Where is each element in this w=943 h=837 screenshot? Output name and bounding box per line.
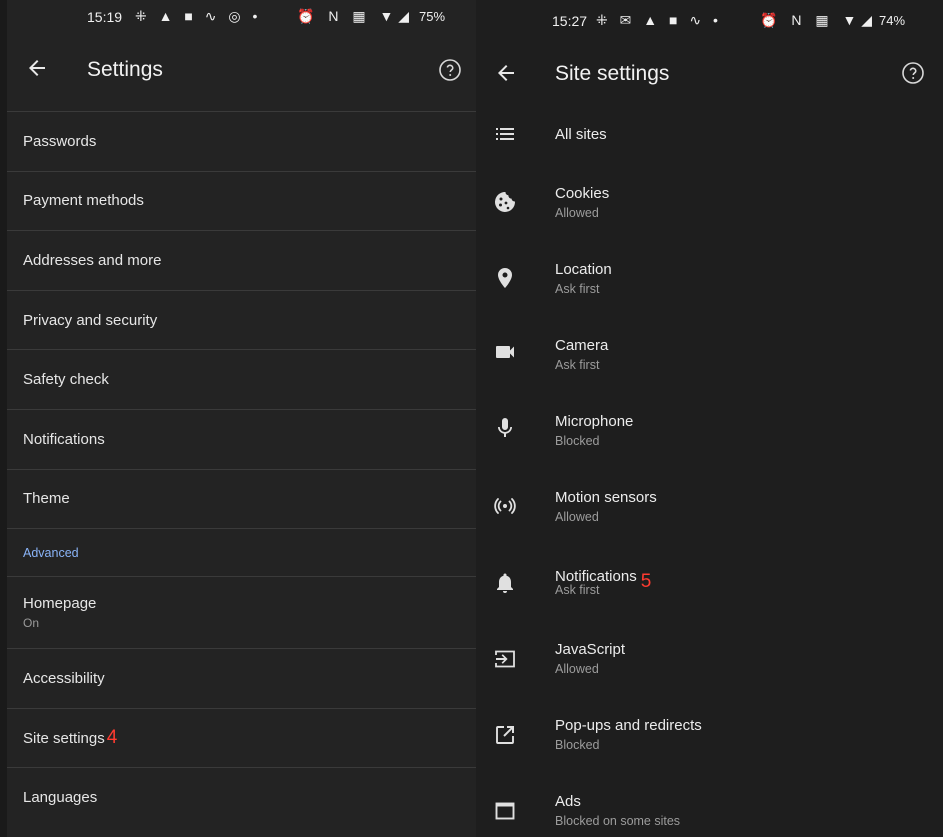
site-setting-status: Ask first <box>555 358 600 372</box>
site-setting-ads[interactable]: Ads Blocked on some sites <box>476 778 943 837</box>
help-icon[interactable] <box>901 61 925 85</box>
help-icon[interactable] <box>438 58 462 82</box>
site-setting-microphone[interactable]: Microphone Blocked <box>476 398 943 474</box>
site-setting-label: Microphone <box>555 413 634 430</box>
ads-window-icon <box>493 799 517 823</box>
bell-icon <box>493 571 517 595</box>
status-battery: 74% <box>879 13 906 28</box>
status-system-icons: ⏰ N ▦ ▼◢ <box>297 8 415 24</box>
section-header-advanced: Advanced <box>7 528 476 576</box>
settings-item-sublabel: On <box>23 616 40 631</box>
settings-item-label: Safety check <box>23 371 109 389</box>
settings-item-label: Site settings 4 <box>23 727 476 749</box>
site-setting-javascript[interactable]: JavaScript Allowed <box>476 626 943 702</box>
site-setting-status: Allowed <box>555 206 599 220</box>
site-setting-status: Blocked <box>555 738 600 752</box>
settings-item-payment-methods[interactable]: Payment methods <box>7 170 476 231</box>
settings-item-label: Addresses and more <box>23 251 162 269</box>
site-setting-motion-sensors[interactable]: Motion sensors Allowed <box>476 474 943 550</box>
settings-item-languages[interactable]: Languages <box>7 767 476 827</box>
settings-item-homepage[interactable]: Homepage On <box>7 576 476 648</box>
settings-item-label: Languages <box>23 789 98 807</box>
status-battery: 75% <box>419 9 446 24</box>
microphone-icon <box>493 416 517 440</box>
settings-item-label: Accessibility <box>23 669 105 687</box>
site-setting-label: Ads <box>555 793 581 810</box>
status-bar: 15:27 ⁜ ✉ ▲ ■ ∿ • ⏰ N ▦ ▼◢ 74% <box>476 0 943 40</box>
settings-item-theme[interactable]: Theme <box>7 468 476 529</box>
site-setting-cookies[interactable]: Cookies Allowed <box>476 170 943 246</box>
step-marker: 4 <box>106 727 118 749</box>
site-setting-popups[interactable]: Pop-ups and redirects Blocked <box>476 702 943 778</box>
settings-item-label: Passwords <box>23 132 97 150</box>
settings-item-addresses[interactable]: Addresses and more <box>7 230 476 290</box>
settings-item-safety-check[interactable]: Safety check <box>7 349 476 409</box>
settings-panel: 15:19 ⁜ ▲ ■ ∿ ◎ • ⏰ N ▦ ▼◢ 75% Settings … <box>0 0 476 837</box>
site-setting-label: JavaScript <box>555 641 626 658</box>
settings-item-privacy[interactable]: Privacy and security <box>7 289 476 350</box>
site-settings-list: All sites Cookies Allowed Location Ask f… <box>476 98 943 837</box>
panel-edge <box>0 0 7 837</box>
site-setting-camera[interactable]: Camera Ask first <box>476 322 943 398</box>
site-setting-status: Allowed <box>555 510 599 524</box>
settings-item-site-settings[interactable]: Site settings 4 <box>7 707 476 768</box>
video-camera-icon <box>493 340 517 364</box>
site-setting-label: Motion sensors <box>555 489 657 506</box>
site-setting-status: Allowed <box>555 662 599 676</box>
site-settings-label: Site settings <box>23 730 105 748</box>
settings-item-notifications[interactable]: Notifications <box>7 408 476 469</box>
status-time: 15:19 <box>87 9 123 25</box>
status-bar: 15:19 ⁜ ▲ ■ ∿ ◎ • ⏰ N ▦ ▼◢ 75% <box>7 0 476 36</box>
list-icon <box>493 122 517 146</box>
site-setting-label: Pop-ups and redirects <box>555 717 702 734</box>
settings-item-label: Payment methods <box>23 192 144 210</box>
site-setting-label: Cookies <box>555 185 610 202</box>
page-title: Site settings <box>555 62 670 85</box>
settings-item-passwords[interactable]: Passwords <box>7 111 476 171</box>
cookie-icon <box>493 190 517 214</box>
site-setting-status: Ask first <box>555 282 600 296</box>
site-settings-panel: 15:27 ⁜ ✉ ▲ ■ ∿ • ⏰ N ▦ ▼◢ 74% Site sett… <box>476 0 943 837</box>
settings-list: Passwords Payment methods Addresses and … <box>7 111 476 827</box>
motion-sensor-icon <box>493 494 517 518</box>
status-notification-icons: ⁜ ▲ ■ ∿ ◎ • <box>135 8 262 24</box>
site-setting-all-sites[interactable]: All sites <box>476 98 943 170</box>
page-title: Settings <box>87 58 163 81</box>
site-setting-label: All sites <box>555 126 607 143</box>
app-bar: Settings <box>7 36 476 111</box>
settings-item-accessibility[interactable]: Accessibility <box>7 648 476 708</box>
site-setting-status: Blocked on some sites <box>555 814 681 828</box>
javascript-icon <box>493 647 517 671</box>
site-setting-notifications[interactable]: Notifications 5 Ask first <box>476 550 943 626</box>
back-arrow-icon[interactable] <box>25 56 49 80</box>
popup-open-icon <box>493 723 517 747</box>
status-notification-icons: ⁜ ✉ ▲ ■ ∿ • <box>596 12 722 28</box>
site-setting-location[interactable]: Location Ask first <box>476 246 943 322</box>
status-time: 15:27 <box>552 13 588 29</box>
settings-item-label: Privacy and security <box>23 311 158 329</box>
site-setting-label: Location <box>555 261 612 278</box>
status-system-icons: ⏰ N ▦ ▼◢ <box>760 12 878 28</box>
site-setting-label: Camera <box>555 337 609 354</box>
location-pin-icon <box>493 266 517 290</box>
settings-item-label: Homepage <box>23 595 97 613</box>
back-arrow-icon[interactable] <box>494 61 518 85</box>
step-marker: 5 <box>640 571 652 592</box>
section-label: Advanced <box>23 545 79 560</box>
settings-item-label: Theme <box>23 490 70 508</box>
settings-item-label: Notifications <box>23 430 105 448</box>
site-setting-status: Blocked <box>555 434 600 448</box>
